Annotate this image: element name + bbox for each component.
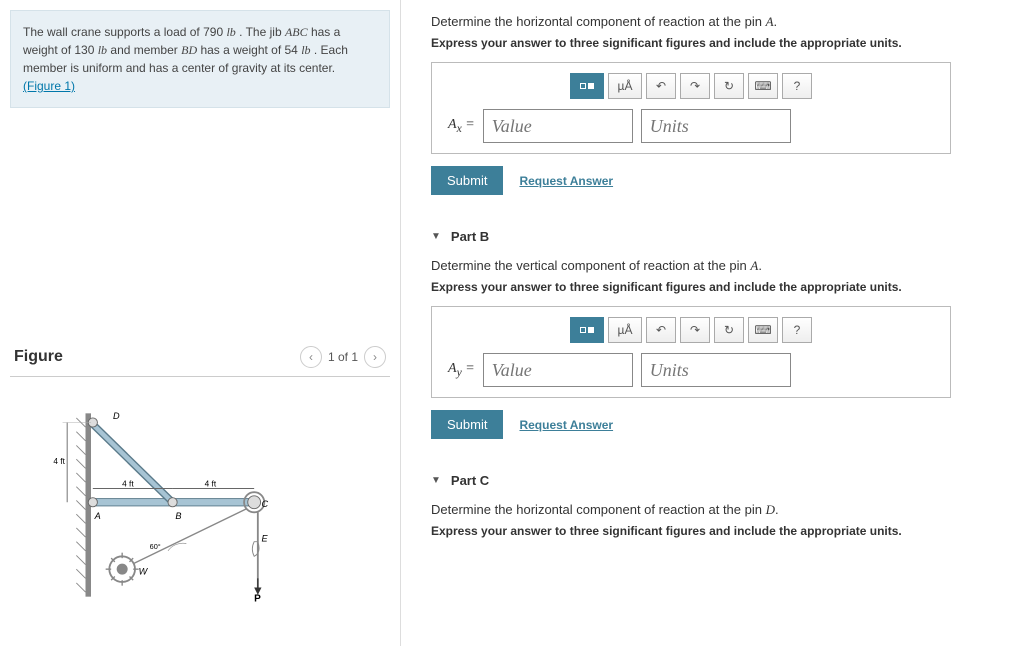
part-c-prompt: Determine the horizontal component of re…	[431, 502, 1004, 518]
part-b-var-label: Ay =	[448, 361, 475, 379]
svg-text:W: W	[139, 567, 149, 577]
part-c-instructions: Express your answer to three significant…	[431, 524, 1004, 538]
figure-next-button[interactable]: ›	[364, 346, 386, 368]
keyboard-button[interactable]: ⌨	[748, 73, 778, 99]
part-b-title: Part B	[451, 229, 489, 244]
help-button[interactable]: ?	[782, 317, 812, 343]
svg-text:P: P	[254, 593, 261, 604]
collapse-icon: ▼	[431, 475, 441, 486]
undo-button[interactable]: ↶	[646, 73, 676, 99]
figure-pager-label: 1 of 1	[328, 350, 358, 364]
reset-button[interactable]: ↻	[714, 317, 744, 343]
part-a-request-answer-link[interactable]: Request Answer	[519, 174, 613, 188]
part-b-header[interactable]: ▼ Part B	[431, 217, 1004, 254]
svg-text:C: C	[262, 499, 269, 509]
figure-link[interactable]: (Figure 1)	[23, 79, 75, 93]
svg-text:B: B	[175, 511, 181, 521]
svg-text:4 ft: 4 ft	[53, 457, 65, 466]
reset-button[interactable]: ↻	[714, 73, 744, 99]
figure-prev-button[interactable]: ‹	[300, 346, 322, 368]
problem-statement: The wall crane supports a load of 790 lb…	[10, 10, 390, 108]
part-b-body: Determine the vertical component of reac…	[431, 254, 1004, 453]
part-b-answer-box: µÅ ↶ ↷ ↻ ⌨ ? Ay =	[431, 306, 951, 398]
part-c-body: Determine the horizontal component of re…	[431, 498, 1004, 538]
part-c-header[interactable]: ▼ Part C	[431, 461, 1004, 498]
part-b-units-input[interactable]	[641, 353, 791, 387]
part-b-submit-button[interactable]: Submit	[431, 410, 503, 439]
collapse-icon: ▼	[431, 231, 441, 242]
svg-text:60°: 60°	[150, 542, 161, 551]
figure-title: Figure	[14, 348, 63, 366]
part-a-value-input[interactable]	[483, 109, 633, 143]
figure-image: D A B C E W P 4 ft 4 ft 4 ft 60°	[10, 377, 390, 636]
undo-button[interactable]: ↶	[646, 317, 676, 343]
special-chars-button[interactable]: µÅ	[608, 317, 642, 343]
redo-button[interactable]: ↷	[680, 73, 710, 99]
part-c-title: Part C	[451, 473, 489, 488]
part-a-instructions: Express your answer to three significant…	[431, 36, 1004, 50]
special-chars-button[interactable]: µÅ	[608, 73, 642, 99]
part-a-prompt: Determine the horizontal component of re…	[431, 14, 1004, 30]
help-button[interactable]: ?	[782, 73, 812, 99]
part-a-var-label: Ax =	[448, 117, 475, 135]
templates-button[interactable]	[570, 317, 604, 343]
svg-text:A: A	[94, 511, 101, 521]
svg-text:4 ft: 4 ft	[122, 480, 134, 489]
part-b-request-answer-link[interactable]: Request Answer	[519, 418, 613, 432]
redo-button[interactable]: ↷	[680, 317, 710, 343]
keyboard-button[interactable]: ⌨	[748, 317, 778, 343]
part-b-instructions: Express your answer to three significant…	[431, 280, 1004, 294]
part-a-answer-box: µÅ ↶ ↷ ↻ ⌨ ? Ax =	[431, 62, 951, 154]
svg-text:4 ft: 4 ft	[205, 480, 217, 489]
part-b-prompt: Determine the vertical component of reac…	[431, 258, 1004, 274]
part-a-units-input[interactable]	[641, 109, 791, 143]
svg-text:D: D	[113, 411, 120, 421]
figure-section: Figure ‹ 1 of 1 ›	[10, 338, 390, 636]
part-a-submit-button[interactable]: Submit	[431, 166, 503, 195]
svg-text:E: E	[262, 534, 269, 544]
part-b-value-input[interactable]	[483, 353, 633, 387]
templates-button[interactable]	[570, 73, 604, 99]
part-a-body: Determine the horizontal component of re…	[431, 10, 1004, 209]
